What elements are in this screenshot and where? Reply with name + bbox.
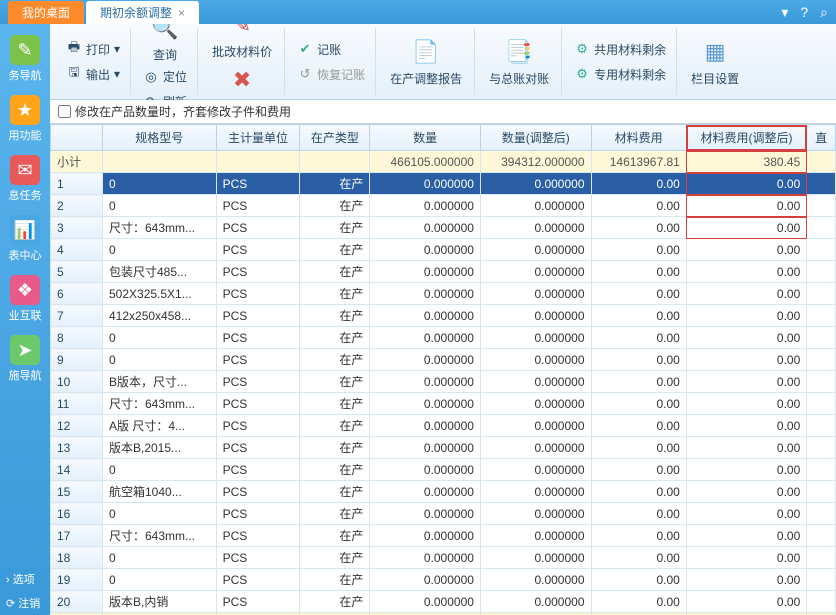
edit-icon: ✎ bbox=[226, 24, 258, 41]
sidebar-item-label: 表中心 bbox=[9, 247, 42, 263]
table-row[interactable]: 20版本B,内销PCS在产0.0000000.0000000.000.00 bbox=[51, 591, 836, 613]
undo-icon: ↺ bbox=[297, 66, 313, 82]
undo-post-button[interactable]: ↺恢复记账 bbox=[293, 63, 369, 86]
close-icon[interactable]: × bbox=[178, 6, 185, 20]
shared-material-button[interactable]: ⚙共用材料剩余 bbox=[570, 38, 670, 61]
reconcile-button[interactable]: 📑与总账对账 bbox=[483, 34, 555, 89]
print-button[interactable]: 🖶打印 ▾ bbox=[62, 38, 124, 61]
column-setting-button[interactable]: ▦栏目设置 bbox=[685, 34, 745, 89]
table-row[interactable]: 80PCS在产0.0000000.0000000.000.00 bbox=[51, 327, 836, 349]
subtotal-row: 小计466105.000000394312.00000014613967.813… bbox=[51, 151, 836, 173]
table-row[interactable]: 13版本B,2015...PCS在产0.0000000.0000000.000.… bbox=[51, 437, 836, 459]
col-header[interactable]: 规格型号 bbox=[103, 125, 217, 151]
clear-icon: ✖ bbox=[226, 64, 258, 96]
sidebar-icon: ❖ bbox=[10, 275, 40, 305]
table-row[interactable]: 5包装尺寸485...PCS在产0.0000000.0000000.000.00 bbox=[51, 261, 836, 283]
dedicated-material-button[interactable]: ⚙专用材料剩余 bbox=[570, 63, 670, 86]
sidebar-item-3[interactable]: 📊 表中心 bbox=[2, 210, 48, 268]
table-row[interactable]: 40PCS在产0.0000000.0000000.000.00 bbox=[51, 239, 836, 261]
option-row: 修改在产品数量时，齐套修改子件和费用 bbox=[50, 100, 836, 124]
col-header[interactable] bbox=[51, 125, 103, 151]
sidebar: ✎ 务导航 ★ 用功能 ✉ 息任务 📊 表中心 ❖ 业互联 ➤ 施导航 › 选项⟳ 注销 bbox=[0, 24, 50, 615]
sidebar-item-0[interactable]: ✎ 务导航 bbox=[2, 30, 48, 88]
sidebar-item-1[interactable]: ★ 用功能 bbox=[2, 90, 48, 148]
tab-opening-balance[interactable]: 期初余额调整× bbox=[86, 1, 199, 24]
ledger-icon: 📑 bbox=[503, 36, 535, 68]
sidebar-icon: ✎ bbox=[10, 35, 40, 65]
sidebar-icon: ➤ bbox=[10, 335, 40, 365]
dropdown-icon[interactable]: ▾ bbox=[781, 4, 788, 21]
table-row[interactable]: 20PCS在产0.0000000.0000000.000.00 bbox=[51, 195, 836, 217]
sidebar-item-4[interactable]: ❖ 业互联 bbox=[2, 270, 48, 328]
sidebar-bottom-1[interactable]: ⟳ 注销 bbox=[0, 591, 50, 615]
search-icon[interactable]: ⌕ bbox=[820, 4, 828, 21]
sidebar-item-label: 施导航 bbox=[9, 367, 42, 383]
batch-price-button[interactable]: ✎批改材料价 bbox=[206, 24, 278, 62]
table-row[interactable]: 190PCS在产0.0000000.0000000.000.00 bbox=[51, 569, 836, 591]
table-row[interactable]: 160PCS在产0.0000000.0000000.000.00 bbox=[51, 503, 836, 525]
table-row[interactable]: 10B版本，尺寸...PCS在产0.0000000.0000000.000.00 bbox=[51, 371, 836, 393]
help-icon[interactable]: ? bbox=[800, 4, 808, 21]
col-header[interactable]: 材料费用(调整后) bbox=[686, 125, 806, 151]
gear-icon: ⚙ bbox=[574, 66, 590, 82]
sidebar-icon: 📊 bbox=[10, 215, 40, 245]
sidebar-item-label: 务导航 bbox=[9, 67, 42, 83]
titlebar: 我的桌面 期初余额调整× ▾ ? ⌕ bbox=[0, 0, 836, 24]
export-icon: 🖫 bbox=[66, 66, 82, 82]
col-header[interactable]: 主计量单位 bbox=[216, 125, 300, 151]
link-icon: ⚙ bbox=[574, 41, 590, 57]
grid[interactable]: 规格型号主计量单位在产类型数量数量(调整后)材料费用材料费用(调整后)直小计46… bbox=[50, 124, 836, 615]
sync-children-label: 修改在产品数量时，齐套修改子件和费用 bbox=[75, 103, 291, 120]
table-row[interactable]: 10PCS在产0.0000000.0000000.000.00 bbox=[51, 173, 836, 195]
table-row[interactable]: 140PCS在产0.0000000.0000000.000.00 bbox=[51, 459, 836, 481]
col-header[interactable]: 数量 bbox=[370, 125, 481, 151]
table-row[interactable]: 11尺寸：643mm...PCS在产0.0000000.0000000.000.… bbox=[51, 393, 836, 415]
table-row[interactable]: 17尺寸：643mm...PCS在产0.0000000.0000000.000.… bbox=[51, 525, 836, 547]
col-header[interactable]: 在产类型 bbox=[300, 125, 370, 151]
col-header[interactable]: 材料费用 bbox=[591, 125, 686, 151]
wip-report-button[interactable]: 📄在产调整报告 bbox=[384, 34, 468, 89]
table-row[interactable]: 6502X325.5X1...PCS在产0.0000000.0000000.00… bbox=[51, 283, 836, 305]
check-icon: ✔ bbox=[297, 41, 313, 57]
col-header[interactable]: 直 bbox=[807, 125, 836, 151]
sidebar-item-5[interactable]: ➤ 施导航 bbox=[2, 330, 48, 388]
query-button[interactable]: 🔍查询 bbox=[143, 24, 187, 65]
tab-desktop[interactable]: 我的桌面 bbox=[8, 1, 84, 24]
col-header[interactable]: 数量(调整后) bbox=[480, 125, 591, 151]
sync-children-checkbox[interactable] bbox=[58, 105, 71, 118]
post-button[interactable]: ✔记账 bbox=[293, 38, 369, 61]
printer-icon: 🖶 bbox=[66, 41, 82, 57]
table-row[interactable]: 15航空箱1040...PCS在产0.0000000.0000000.000.0… bbox=[51, 481, 836, 503]
sidebar-item-2[interactable]: ✉ 息任务 bbox=[2, 150, 48, 208]
table-row[interactable]: 180PCS在产0.0000000.0000000.000.00 bbox=[51, 547, 836, 569]
sidebar-icon: ★ bbox=[10, 95, 40, 125]
table-row[interactable]: 3尺寸：643mm...PCS在产0.0000000.0000000.000.0… bbox=[51, 217, 836, 239]
sidebar-item-label: 用功能 bbox=[9, 127, 42, 143]
sidebar-icon: ✉ bbox=[10, 155, 40, 185]
sidebar-bottom-0[interactable]: › 选项 bbox=[0, 567, 50, 591]
columns-icon: ▦ bbox=[699, 36, 731, 68]
search-icon: 🔍 bbox=[149, 24, 181, 44]
table-row[interactable]: 12A版 尺寸：4...PCS在产0.0000000.0000000.000.0… bbox=[51, 415, 836, 437]
target-icon: ◎ bbox=[143, 69, 159, 85]
tab-strip: 我的桌面 期初余额调整× bbox=[8, 1, 199, 24]
sidebar-item-label: 业互联 bbox=[9, 307, 42, 323]
report-icon: 📄 bbox=[410, 36, 442, 68]
sidebar-item-label: 息任务 bbox=[9, 187, 42, 203]
locate-button[interactable]: ◎定位 bbox=[139, 65, 191, 88]
table-row[interactable]: 90PCS在产0.0000000.0000000.000.00 bbox=[51, 349, 836, 371]
export-button[interactable]: 🖫输出 ▾ bbox=[62, 63, 124, 86]
table-row[interactable]: 7412x250x458...PCS在产0.0000000.0000000.00… bbox=[51, 305, 836, 327]
ribbon: 🖶打印 ▾ 🖫输出 ▾ 🔍查询 ◎定位 ⟳刷新 ✎批改材料价 ✖全清 bbox=[50, 24, 836, 100]
